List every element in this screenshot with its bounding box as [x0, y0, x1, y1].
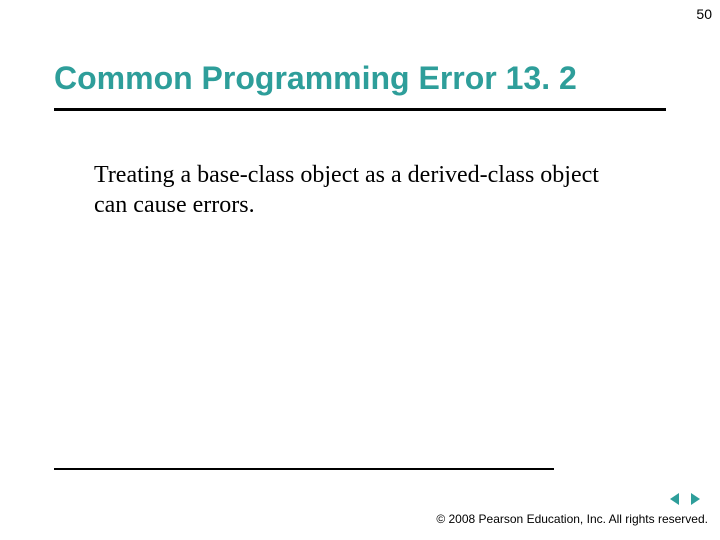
next-button[interactable] — [688, 490, 702, 508]
title-rule — [54, 108, 666, 111]
page-number: 50 — [696, 6, 712, 22]
triangle-right-icon — [688, 490, 702, 507]
slide: 50 Common Programming Error 13. 2 Treati… — [0, 0, 720, 540]
body-text: Treating a base-class object as a derive… — [94, 160, 634, 220]
triangle-left-icon — [668, 490, 682, 507]
nav-controls — [666, 490, 702, 508]
prev-button[interactable] — [668, 490, 682, 508]
slide-title: Common Programming Error 13. 2 — [54, 60, 666, 103]
bottom-rule — [54, 468, 554, 470]
copyright-footer: © 2008 Pearson Education, Inc. All right… — [436, 512, 708, 526]
